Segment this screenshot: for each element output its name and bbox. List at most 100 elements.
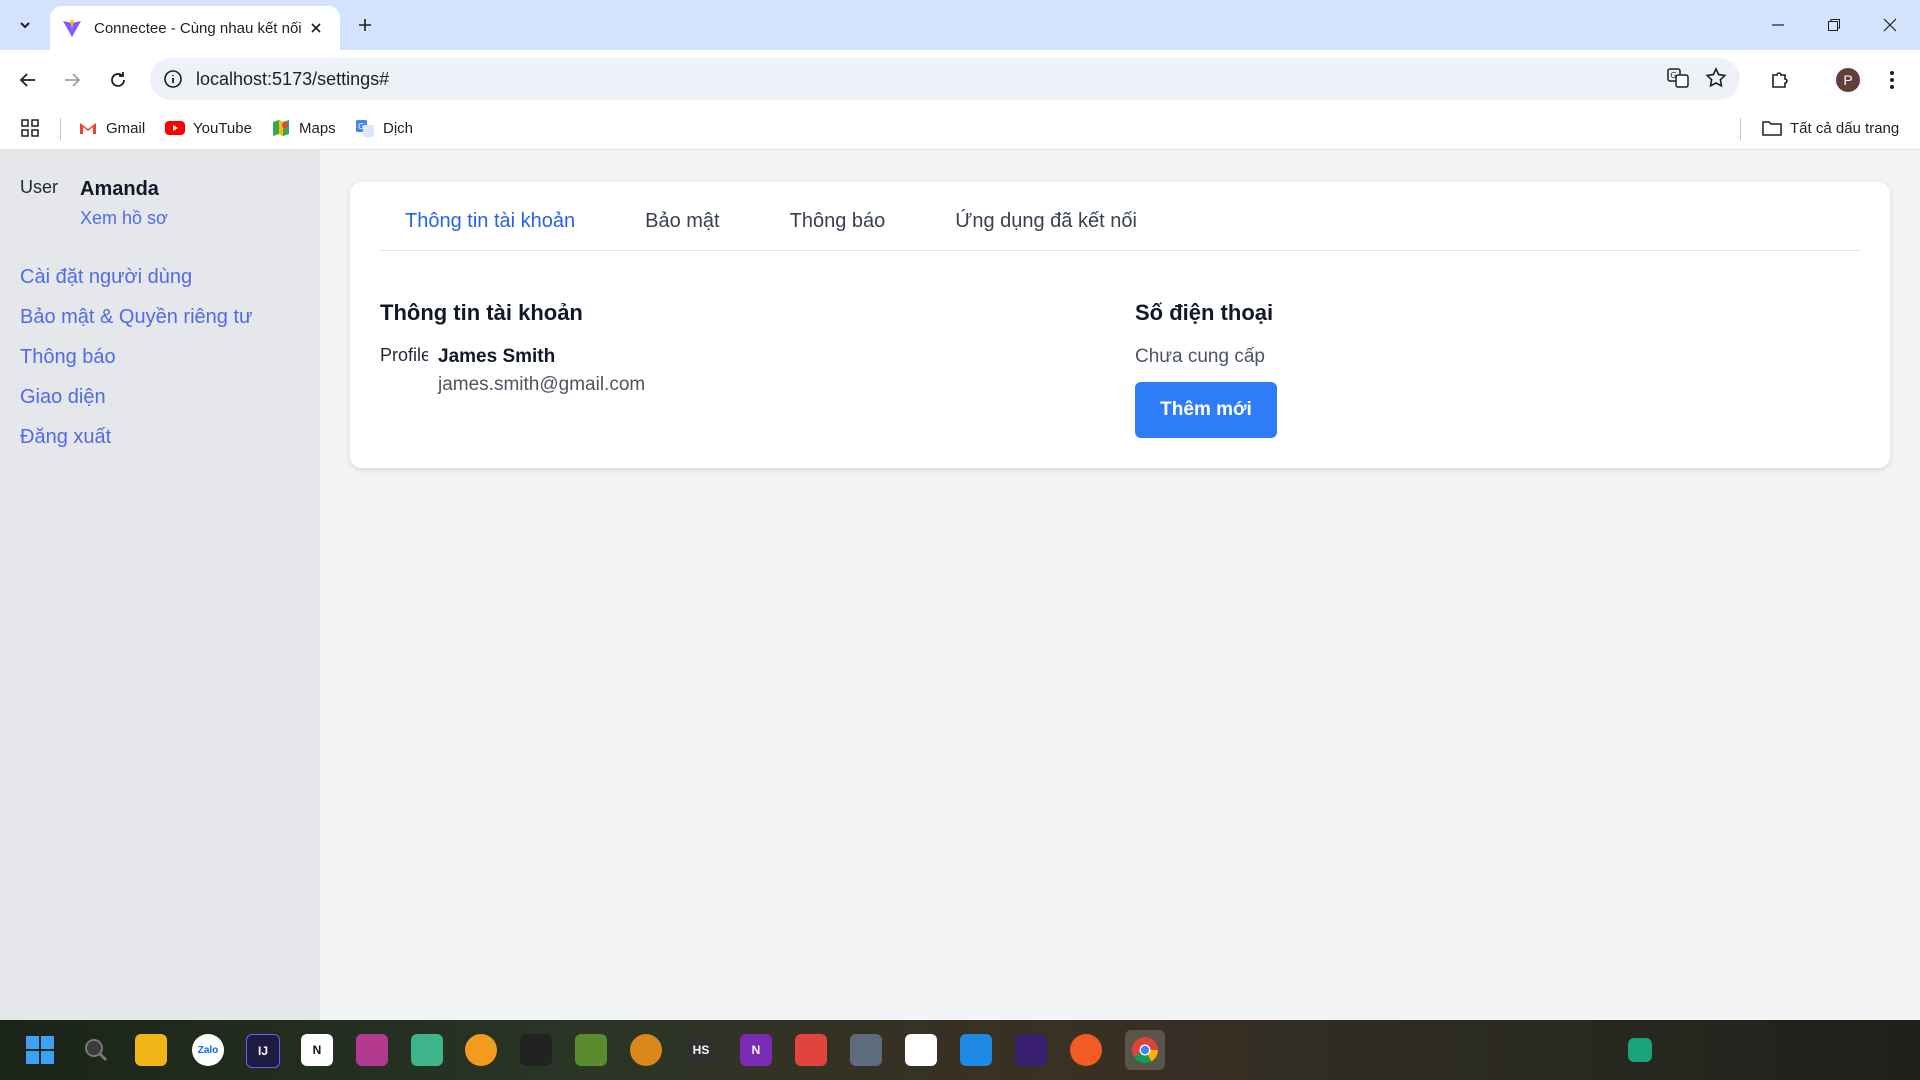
minimize-button[interactable] [1750, 0, 1806, 50]
tray-app-icon[interactable] [1628, 1038, 1652, 1062]
account-name: James Smith [438, 346, 556, 367]
intellij-icon[interactable]: IJ [246, 1034, 280, 1068]
capcut-icon[interactable] [905, 1034, 937, 1066]
reload-icon [111, 72, 125, 87]
all-bookmarks-label: Tất cả dấu trang [1790, 119, 1900, 137]
phone-section-title: Số điện thoại [1135, 300, 1274, 325]
sidebar-item-notifications[interactable]: Thông báo [20, 342, 252, 382]
user-avatar: User [20, 176, 60, 222]
tab-account-info[interactable]: Thông tin tài khoản [380, 206, 600, 250]
youtube-icon [165, 118, 185, 138]
search-icon[interactable] [80, 1034, 112, 1066]
tab-connected-apps[interactable]: Ứng dụng đã kết nối [930, 206, 1162, 250]
vite-favicon-icon [63, 20, 81, 37]
browser-tabstrip: Connectee - Cùng nhau kết nối [0, 0, 1920, 50]
gmail-icon [78, 118, 98, 138]
svg-text:G: G [1671, 71, 1677, 80]
app-icon[interactable] [850, 1034, 882, 1066]
all-bookmarks-button[interactable]: Tất cả dấu trang [1762, 118, 1899, 138]
hs-icon[interactable]: HS [685, 1034, 717, 1066]
add-phone-button[interactable]: Thêm mới [1135, 382, 1277, 438]
kebab-menu-icon [1890, 71, 1894, 89]
sidebar: User Amanda Xem hồ sơ Cài đặt người dùng… [0, 150, 320, 1020]
notion-icon[interactable]: N [301, 1034, 333, 1066]
new-tab-button[interactable] [350, 10, 380, 40]
user-avatar-alt: User [20, 177, 59, 197]
bookmark-youtube[interactable]: YouTube [165, 118, 252, 138]
bookmark-maps[interactable]: Maps [271, 118, 336, 138]
phone-status: Chưa cung cấp [1135, 346, 1265, 367]
account-info-section: Thông tin tài khoản Profile James Smith … [380, 300, 645, 396]
bookmark-label: YouTube [193, 119, 252, 137]
bookmark-gmail[interactable]: Gmail [78, 118, 145, 138]
chevron-down-icon [20, 22, 30, 29]
maps-icon [271, 118, 291, 138]
unity-icon[interactable] [520, 1034, 552, 1066]
account-section-title: Thông tin tài khoản [380, 300, 583, 325]
profile-image-alt: Profile [380, 345, 428, 365]
profile-avatar: P [1836, 68, 1860, 92]
apps-button[interactable] [20, 118, 40, 138]
tab-security[interactable]: Bảo mật [620, 206, 744, 250]
settings-card: Thông tin tài khoản Bảo mật Thông báo Ứn… [350, 182, 1890, 468]
google-translate-icon: G [355, 118, 375, 138]
chrome-icon [1132, 1037, 1159, 1064]
translate-icon[interactable]: G [1666, 66, 1690, 90]
folder-icon [1762, 118, 1782, 138]
extensions-button[interactable] [1764, 64, 1796, 96]
vscode-icon[interactable] [960, 1034, 992, 1066]
microphone-icon[interactable] [411, 1034, 443, 1066]
tab-title: Connectee - Cùng nhau kết nối [94, 19, 302, 37]
bookmark-translate[interactable]: G Dịch [355, 118, 413, 138]
account-email: james.smith@gmail.com [438, 374, 646, 395]
chrome-taskbar-button[interactable] [1125, 1030, 1165, 1070]
windows-start-icon[interactable] [24, 1034, 56, 1066]
apps-grid-icon [21, 119, 39, 137]
sidebar-item-appearance[interactable]: Giao diện [20, 382, 252, 422]
media-icon[interactable] [630, 1034, 662, 1066]
tab-search-button[interactable] [10, 10, 40, 40]
browser-tab-active[interactable]: Connectee - Cùng nhau kết nối [50, 6, 340, 50]
plus-icon [359, 19, 371, 31]
firefox-icon[interactable] [1070, 1034, 1102, 1066]
browser-toolbar: localhost:5173/settings# G P [0, 50, 1920, 108]
minimize-icon [1772, 24, 1784, 26]
view-profile-link[interactable]: Xem hồ sơ [80, 208, 168, 229]
tab-close-icon[interactable] [304, 16, 328, 40]
zalo-icon[interactable]: Zalo [192, 1034, 224, 1066]
sidebar-item-user-settings[interactable]: Cài đặt người dùng [20, 262, 252, 302]
url-text[interactable]: localhost:5173/settings# [196, 69, 389, 90]
todoist-icon[interactable] [795, 1034, 827, 1066]
svg-text:G: G [358, 122, 364, 131]
settings-tabs: Thông tin tài khoản Bảo mật Thông báo Ứn… [380, 206, 1860, 251]
info-icon[interactable] [162, 68, 184, 90]
back-button[interactable] [12, 64, 44, 96]
bookmark-label: Gmail [106, 119, 146, 137]
postman-icon[interactable] [465, 1034, 497, 1066]
settings-menu: Cài đặt người dùng Bảo mật & Quyền riêng… [20, 262, 252, 462]
tab-notifications[interactable]: Thông báo [765, 206, 911, 250]
windows-taskbar: Zalo IJ N HS N [0, 1020, 1920, 1080]
sidebar-item-security-privacy[interactable]: Bảo mật & Quyền riêng tư [20, 302, 252, 342]
phone-section: Số điện thoại Chưa cung cấp Thêm mới [1135, 300, 1277, 438]
browser-menu-button[interactable] [1876, 64, 1908, 96]
bookmark-star-icon[interactable] [1704, 66, 1728, 90]
sidebar-item-logout[interactable]: Đăng xuất [20, 422, 252, 462]
forward-button[interactable] [56, 64, 88, 96]
close-window-button[interactable] [1862, 0, 1918, 50]
bookmark-label: Dịch [383, 119, 414, 137]
file-explorer-icon[interactable] [135, 1034, 167, 1066]
restore-button[interactable] [1806, 0, 1862, 50]
design-app-icon[interactable] [356, 1034, 388, 1066]
user-name: Amanda [80, 178, 159, 200]
puzzle-icon [1772, 72, 1788, 88]
reload-button[interactable] [102, 64, 134, 96]
profile-button[interactable]: P [1832, 64, 1864, 96]
tool-icon[interactable] [575, 1034, 607, 1066]
profile-image: Profile [380, 344, 428, 392]
restore-icon [1828, 19, 1840, 31]
onenote-icon[interactable]: N [740, 1034, 772, 1066]
address-bar[interactable]: localhost:5173/settings# G [150, 58, 1740, 100]
jetbrains-icon[interactable] [1015, 1034, 1047, 1066]
bookmarks-divider-right [1740, 118, 1741, 140]
